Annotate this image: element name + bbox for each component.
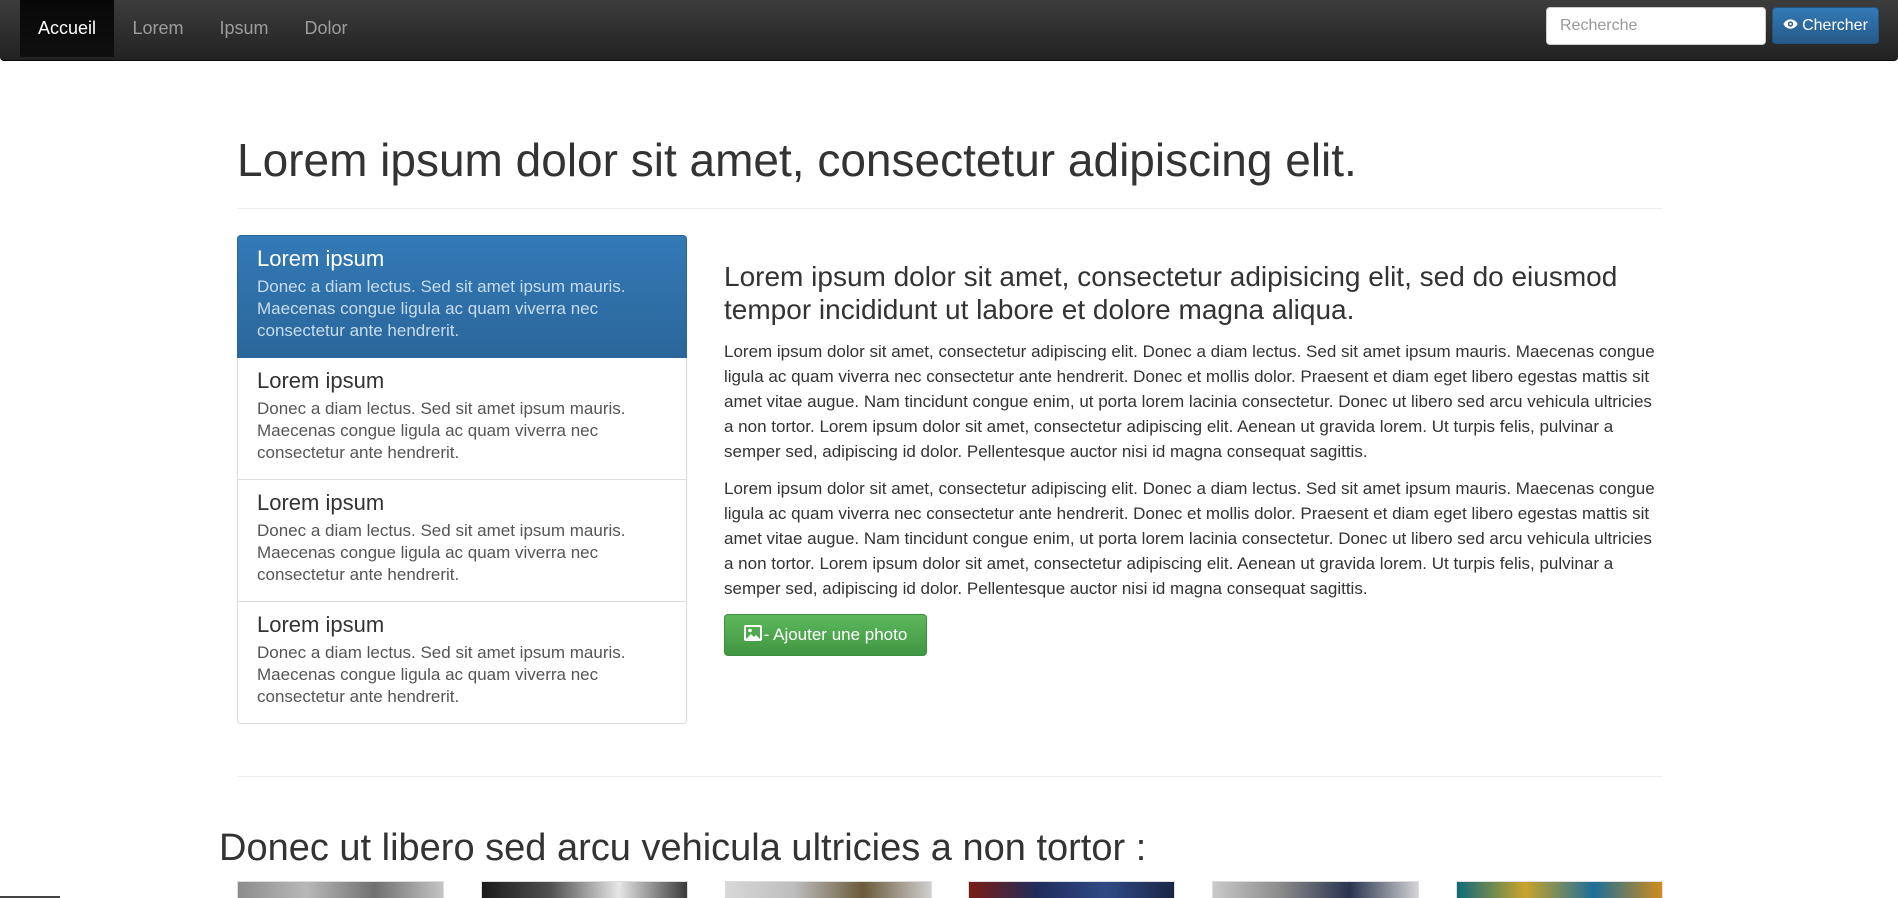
header-divider xyxy=(237,208,1662,209)
search-button-label: Chercher xyxy=(1802,16,1868,34)
list-item-heading: Lorem ipsum xyxy=(257,490,385,515)
list-group: Lorem ipsum Donec a diam lectus. Sed sit… xyxy=(237,235,687,724)
gallery-thumbnail[interactable] xyxy=(237,881,444,898)
eye-icon xyxy=(1783,17,1798,35)
section-divider xyxy=(237,776,1662,777)
add-photo-button[interactable]: - Ajouter une photo xyxy=(724,614,927,656)
main-paragraph: Lorem ipsum dolor sit amet, consectetur … xyxy=(724,479,1655,598)
list-item-text: Donec a diam lectus. Sed sit amet ipsum … xyxy=(257,643,626,706)
list-item[interactable]: Lorem ipsum Donec a diam lectus. Sed sit… xyxy=(237,479,687,602)
list-item[interactable]: Lorem ipsum Donec a diam lectus. Sed sit… xyxy=(237,357,687,480)
search-button[interactable]: Chercher xyxy=(1772,7,1879,44)
search-input[interactable] xyxy=(1546,7,1766,45)
list-item-heading: Lorem ipsum xyxy=(257,612,385,637)
page-title: Lorem ipsum dolor sit amet, consectetur … xyxy=(237,134,1357,186)
list-item[interactable]: Lorem ipsum Donec a diam lectus. Sed sit… xyxy=(237,235,687,358)
gallery-thumbnail[interactable] xyxy=(481,881,688,898)
nav-item-ipsum[interactable]: Ipsum xyxy=(202,0,286,57)
gallery-thumbnail[interactable] xyxy=(725,881,932,898)
list-item-text: Donec a diam lectus. Sed sit amet ipsum … xyxy=(257,277,626,340)
list-item-text: Donec a diam lectus. Sed sit amet ipsum … xyxy=(257,521,626,584)
main-paragraph: Lorem ipsum dolor sit amet, consectetur … xyxy=(724,342,1655,461)
gallery-thumbnail[interactable] xyxy=(1456,881,1663,898)
nav-item-lorem[interactable]: Lorem xyxy=(114,0,202,57)
list-item[interactable]: Lorem ipsum Donec a diam lectus. Sed sit… xyxy=(237,601,687,724)
list-item-heading: Lorem ipsum xyxy=(257,246,385,271)
gallery-title: Donec ut libero sed arcu vehicula ultric… xyxy=(219,827,1147,869)
nav-item-dolor[interactable]: Dolor xyxy=(286,0,366,57)
nav-item-accueil[interactable]: Accueil xyxy=(20,0,114,57)
list-item-text: Donec a diam lectus. Sed sit amet ipsum … xyxy=(257,399,626,462)
list-item-heading: Lorem ipsum xyxy=(257,368,385,393)
gallery-thumbnail[interactable] xyxy=(1212,881,1419,898)
gallery-thumbnail[interactable] xyxy=(968,881,1175,898)
picture-icon xyxy=(743,624,762,646)
add-photo-label: - Ajouter une photo xyxy=(763,625,908,644)
main-heading: Lorem ipsum dolor sit amet, consectetur … xyxy=(724,261,1618,325)
navbar: Accueil Lorem Ipsum Dolor Chercher xyxy=(0,0,1898,61)
